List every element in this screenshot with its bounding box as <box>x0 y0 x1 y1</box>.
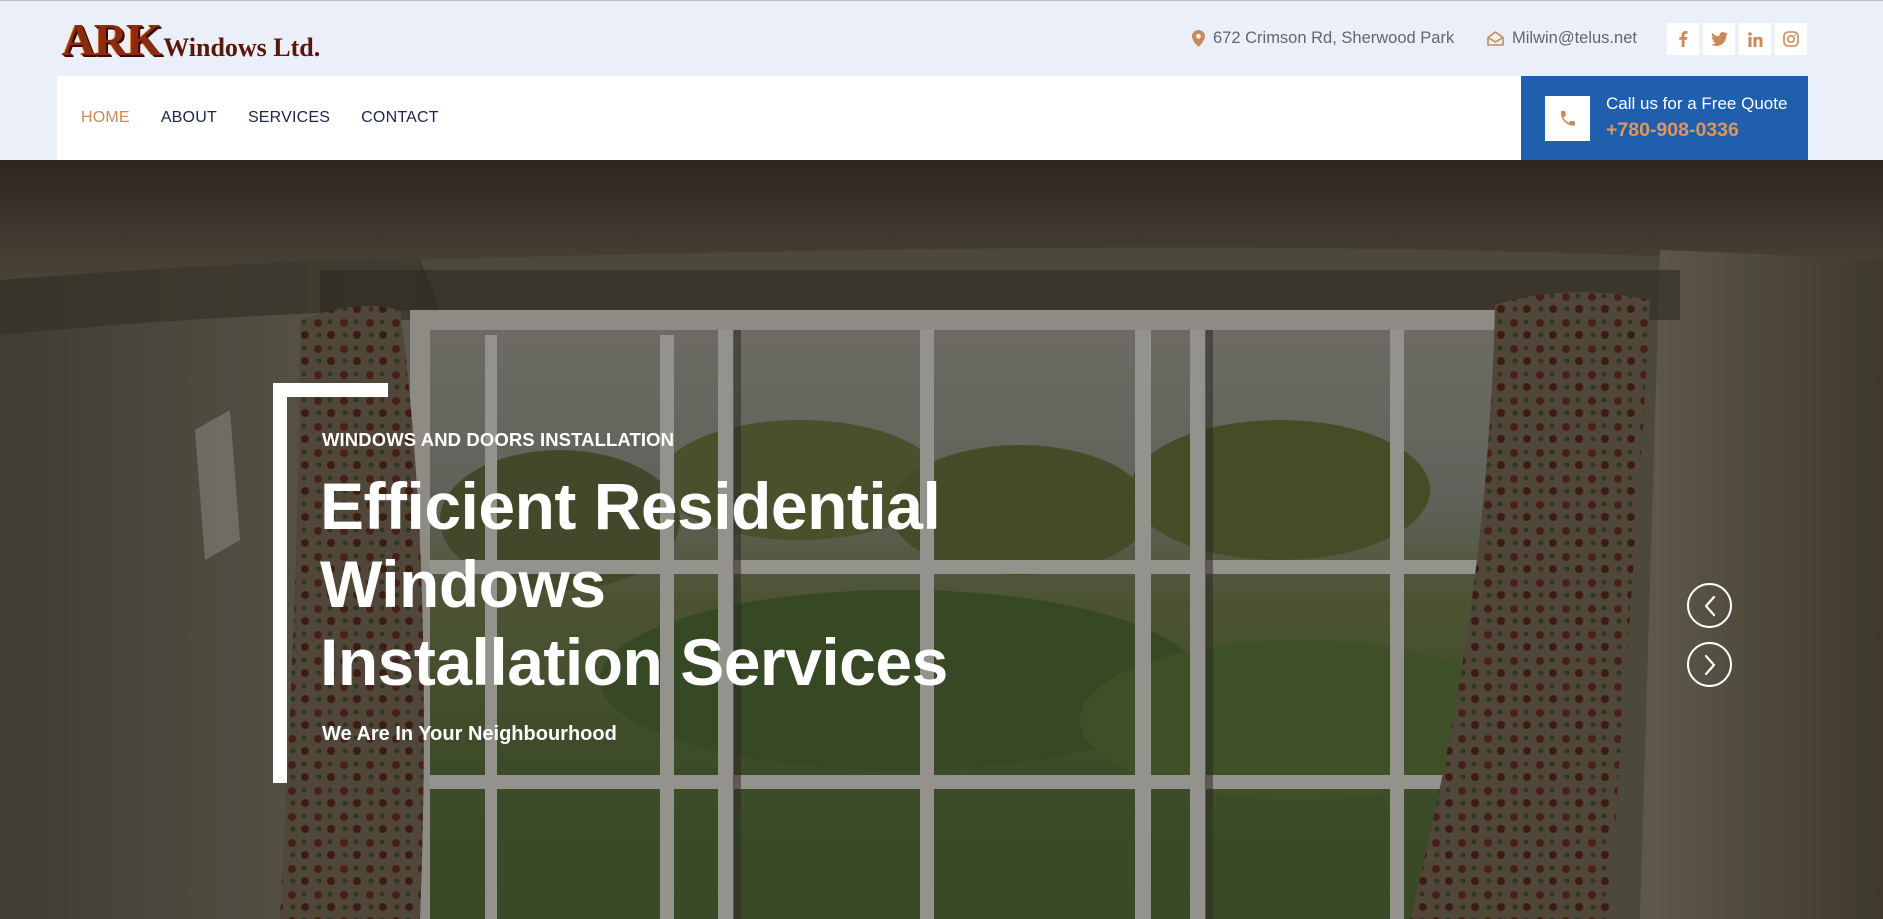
chevron-right-icon <box>1704 654 1715 675</box>
linkedin-icon[interactable] <box>1739 23 1771 55</box>
nav-item-about[interactable]: ABOUT <box>161 109 217 127</box>
quote-label: Call us for a Free Quote <box>1606 94 1788 113</box>
logo-text: Windows Ltd. <box>163 33 321 62</box>
primary-nav: HOME ABOUT SERVICES CONTACT <box>81 76 439 160</box>
hero-frame-accent <box>273 383 287 783</box>
nav-item-services[interactable]: SERVICES <box>248 109 330 127</box>
logo-mark: ARK <box>62 14 162 65</box>
free-quote-callout[interactable]: Call us for a Free Quote +780-908-0336 <box>1521 76 1808 160</box>
instagram-icon[interactable] <box>1775 23 1807 55</box>
email-link[interactable]: Milwin@telus.net <box>1512 29 1637 48</box>
map-pin-icon <box>1192 30 1205 47</box>
logo[interactable]: ARK Windows Ltd. <box>62 17 320 63</box>
nav-item-home[interactable]: HOME <box>81 109 130 127</box>
address-info: 672 Crimson Rd, Sherwood Park <box>1192 29 1454 48</box>
phone-icon <box>1545 96 1590 141</box>
slider-next-button[interactable] <box>1687 642 1732 687</box>
nav-item-contact[interactable]: CONTACT <box>361 109 439 127</box>
address-text: 672 Crimson Rd, Sherwood Park <box>1213 29 1455 47</box>
email-info[interactable]: Milwin@telus.net <box>1487 29 1637 48</box>
hero-tagline: We Are In Your Neighbourhood <box>322 723 617 745</box>
chevron-left-icon <box>1704 595 1715 616</box>
twitter-icon[interactable] <box>1703 23 1735 55</box>
facebook-icon[interactable] <box>1667 23 1699 55</box>
hero-eyebrow: WINDOWS AND DOORS INSTALLATION <box>322 429 675 450</box>
envelope-open-icon <box>1487 31 1504 46</box>
hero-frame-accent-top <box>273 383 388 397</box>
top-bar: ARK Windows Ltd. 672 Crimson Rd, Sherwoo… <box>0 0 1883 76</box>
quote-phone-number[interactable]: +780-908-0336 <box>1606 119 1739 142</box>
hero-headline: Efficient Residential Windows Installati… <box>320 469 948 699</box>
slider-prev-button[interactable] <box>1687 583 1732 628</box>
social-links <box>1667 23 1807 55</box>
